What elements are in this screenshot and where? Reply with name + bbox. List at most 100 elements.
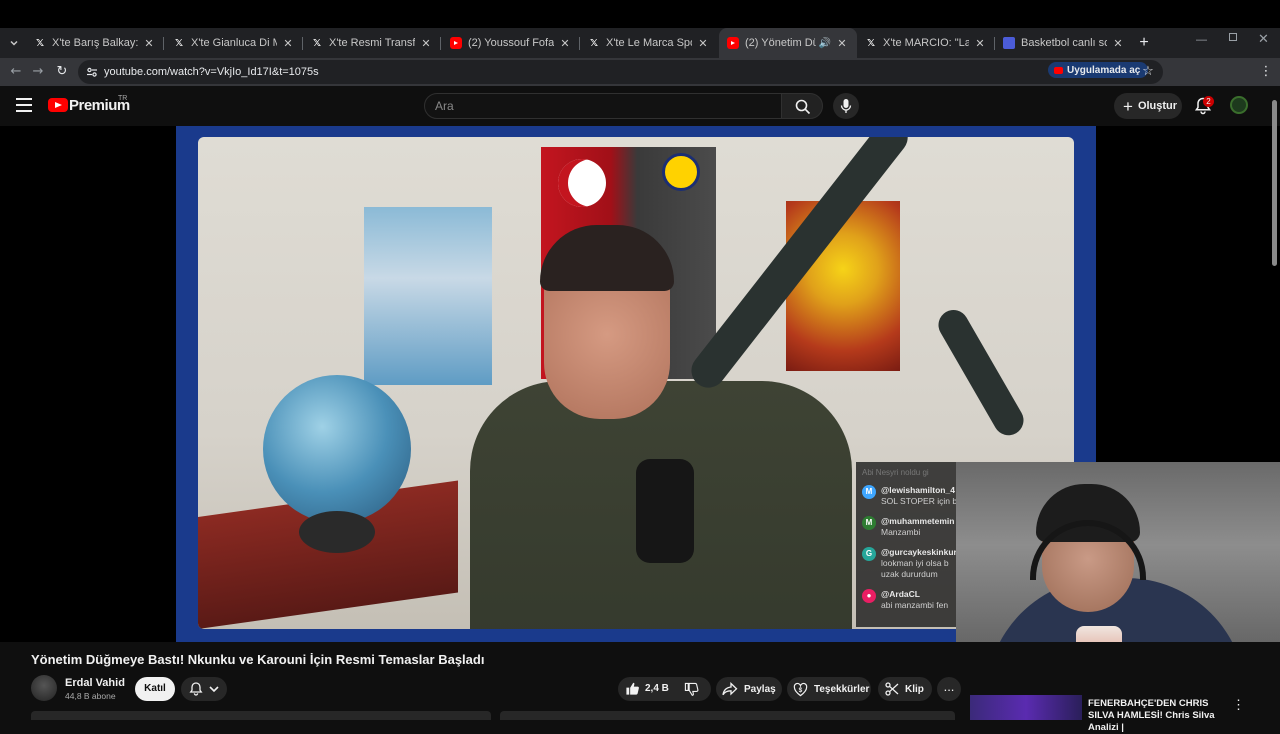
more-vert-icon[interactable]: ⋮ [1232, 697, 1245, 713]
webcam-overlay [956, 462, 1280, 642]
minimize-icon[interactable]: — [1196, 34, 1207, 46]
tab-title: Basketbol canlı sonuçları [1021, 37, 1107, 49]
channel-avatar[interactable] [31, 675, 57, 701]
more-actions-button[interactable]: ... [937, 677, 961, 701]
new-tab-button[interactable]: + [1134, 28, 1154, 58]
account-avatar[interactable] [1230, 96, 1248, 114]
search-input[interactable]: Ara [424, 93, 782, 119]
youtube-masthead: Premium TR Ara + Oluştur [0, 86, 1280, 126]
webcam-microphone [1076, 626, 1122, 642]
tab-separator [163, 37, 164, 50]
plus-icon: + [1123, 96, 1133, 116]
chat-username: @lewishamilton_4 [881, 485, 955, 495]
browser-tab[interactable]: 𝕏 X'te Resmi Transfer: "ÖZE ✕ [303, 28, 441, 58]
chat-faded-message: Abi Nesyri noldu gi [862, 468, 929, 477]
studio-microphone [636, 459, 694, 563]
menu-hamburger-icon[interactable] [16, 98, 32, 112]
close-tab-icon[interactable]: ✕ [973, 37, 987, 50]
share-label: Paylaş [744, 683, 776, 695]
search-button[interactable] [781, 93, 823, 119]
thanks-button[interactable]: $ Teşekkürler [787, 677, 871, 701]
globe-image [263, 375, 411, 523]
youtube-icon [1054, 66, 1063, 74]
notification-badge: 2 [1203, 96, 1214, 107]
bell-icon [189, 682, 203, 696]
x-logo-icon: 𝕏 [35, 37, 45, 49]
browser-tab[interactable]: 𝕏 X'te Gianluca Di Marzio: " ✕ [165, 28, 303, 58]
bookmark-star-icon[interactable]: ☆ [1138, 62, 1158, 82]
chat-message: M @muhammetemin Manzambi [862, 516, 956, 538]
browser-tab[interactable]: 𝕏 X'te MARCIO: "Lan olum ✕ [857, 28, 995, 58]
browser-tab[interactable]: 𝕏 X'te Le Marca Sports: "Ma ✕ [580, 28, 718, 58]
video-title: Yönetim Düğmeye Bastı! Nkunku ve Karouni… [31, 652, 485, 667]
video-player[interactable]: Abi Nesyri noldu gi M @lewishamilton_4 SO… [0, 126, 1280, 642]
subscription-notifications-button[interactable] [181, 677, 227, 701]
basketball-site-icon [1003, 37, 1015, 49]
browser-tab[interactable]: (2) Yönetim Düğmeye🔊 ✕ [719, 28, 857, 58]
chat-text: SOL STOPER için b [881, 496, 956, 506]
close-window-icon[interactable]: ✕ [1258, 32, 1269, 47]
address-bar-row: ← → ↻ youtube.com/watch?v=VkjIo_Id17I&t=… [0, 58, 1280, 136]
like-count[interactable]: 2,4 B [645, 683, 669, 694]
clip-label: Klip [905, 683, 924, 695]
browser-tab[interactable]: Basketbol canlı sonuçları ✕ [995, 28, 1133, 58]
youtube-logo-icon[interactable] [48, 98, 68, 112]
browser-tab[interactable]: (2) Youssouf Fofana 2024 ✕ [442, 28, 580, 58]
microphone-icon [840, 99, 852, 113]
tab-search-button[interactable] [2, 28, 26, 58]
presenter-figure [470, 225, 852, 629]
create-button[interactable]: + Oluştur [1114, 93, 1182, 119]
globe-stand [299, 511, 375, 553]
tab-title: X'te MARCIO: "Lan olum [883, 37, 969, 49]
browser-tab[interactable]: 𝕏 X'te Barış Balkay: "Yayında ✕ [26, 28, 164, 58]
clip-button[interactable]: Klip [878, 677, 932, 701]
chat-message: G @gurcaykeskinkur lookman iyi olsa b uzak… [862, 547, 956, 580]
chat-text: Manzambi [881, 527, 921, 537]
recommended-video[interactable]: FENERBAHÇE'DEN CHRIS SILVA HAMLESİ! Chri… [970, 695, 1280, 733]
reload-button[interactable]: ↻ [52, 62, 72, 82]
chat-text: abi manzambi fen [881, 600, 949, 610]
dislike-icon[interactable] [684, 682, 699, 697]
mic-arm-upper [933, 304, 1029, 441]
recommended-thumbnail[interactable] [970, 695, 1082, 720]
url-field[interactable]: youtube.com/watch?v=VkjIo_Id17I&t=1075s [78, 60, 1163, 84]
close-tab-icon[interactable]: ✕ [281, 37, 295, 50]
page-scrollbar-thumb[interactable] [1272, 100, 1277, 266]
close-tab-icon[interactable]: ✕ [142, 37, 156, 50]
x-logo-icon: 𝕏 [866, 37, 876, 49]
join-button[interactable]: Katıl [135, 677, 175, 701]
x-logo-icon: 𝕏 [174, 37, 184, 49]
club-logo-image [662, 153, 700, 191]
channel-name[interactable]: Erdal Vahid [65, 677, 125, 689]
recommended-title[interactable]: FENERBAHÇE'DEN CHRIS SILVA HAMLESİ! Chri… [1088, 698, 1228, 734]
maximize-icon[interactable] [1229, 33, 1237, 41]
tab-title: X'te Le Marca Sports: "Ma [606, 37, 692, 49]
close-tab-icon[interactable]: ✕ [696, 37, 710, 50]
chat-text: lookman iyi olsa b [881, 558, 949, 568]
live-chat-overlay: Abi Nesyri noldu gi M @lewishamilton_4 SO… [856, 462, 956, 627]
chat-username: @muhammetemin [881, 516, 955, 526]
tab-title: X'te Resmi Transfer: "ÖZE [329, 37, 415, 49]
like-icon[interactable] [625, 681, 640, 696]
speaker-icon[interactable]: 🔊 [819, 38, 831, 49]
voice-search-button[interactable] [833, 93, 859, 119]
close-tab-icon[interactable]: ✕ [835, 37, 849, 50]
close-tab-icon[interactable]: ✕ [558, 37, 572, 50]
chat-username: @ArdaCL [881, 589, 920, 599]
forward-button[interactable]: → [28, 62, 48, 82]
chat-message: M @lewishamilton_4 SOL STOPER için b [862, 485, 956, 507]
youtube-icon [727, 37, 739, 49]
site-info-icon[interactable] [86, 66, 98, 78]
tab-title: (2) Yönetim Düğmeye [745, 37, 816, 49]
thanks-label: Teşekkürler [814, 683, 870, 695]
svg-text:$: $ [799, 686, 803, 693]
share-button[interactable]: Paylaş [716, 677, 782, 701]
chat-avatar: G [862, 547, 876, 561]
share-icon [722, 682, 738, 696]
chat-username: @gurcaykeskinkur [881, 547, 956, 557]
browser-menu-icon[interactable]: ⋮ [1256, 62, 1276, 82]
back-button[interactable]: ← [6, 62, 26, 82]
close-tab-icon[interactable]: ✕ [1111, 37, 1125, 50]
open-in-app-button[interactable]: Uygulamada aç [1048, 62, 1149, 78]
close-tab-icon[interactable]: ✕ [419, 37, 433, 50]
